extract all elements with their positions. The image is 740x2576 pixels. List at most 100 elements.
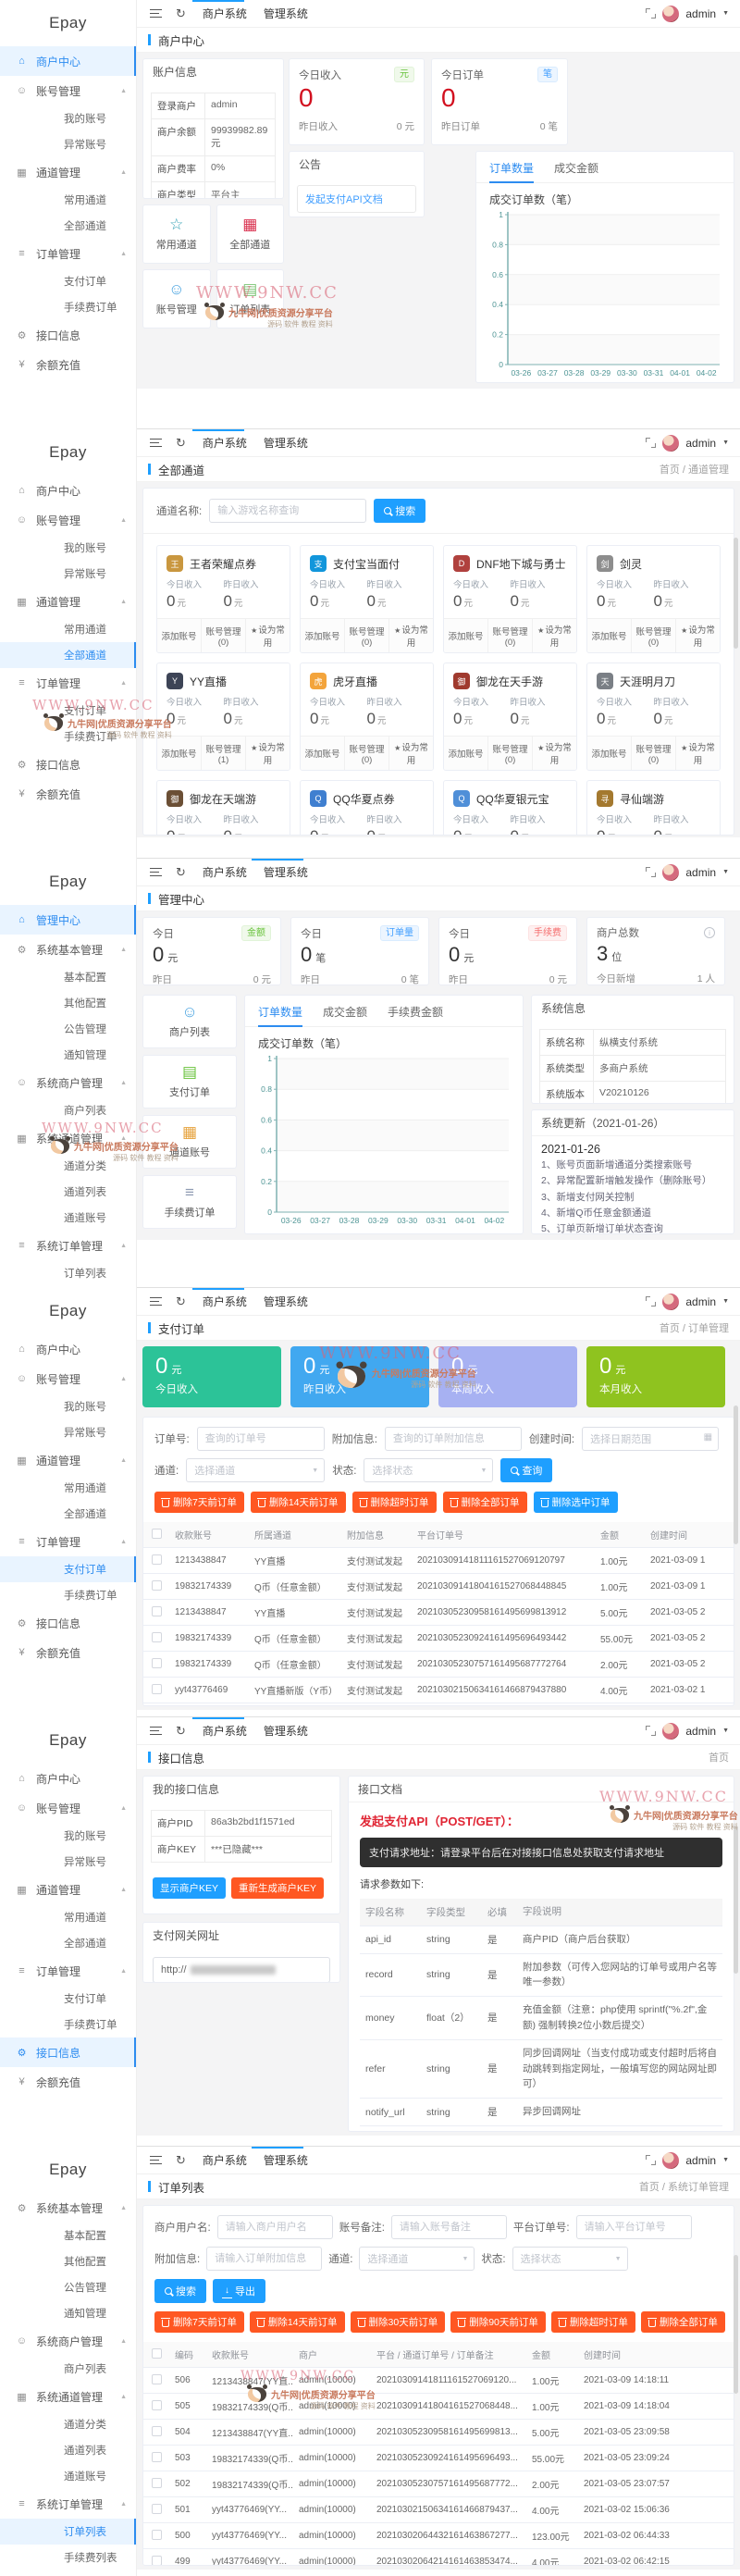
avatar[interactable] <box>662 2152 679 2169</box>
gateway-url-field[interactable]: http:// <box>153 1957 330 1983</box>
sidebar-item[interactable]: 手续费订单 ▲ <box>0 294 136 320</box>
sidebar-item[interactable]: 手续费订单 ▲ <box>0 1582 136 1608</box>
sidebar-item[interactable]: ⚙ 接口信息 ▲ <box>0 320 136 350</box>
select-all-checkbox[interactable] <box>152 2348 162 2359</box>
account-manage-button[interactable]: 账号管理(0) <box>345 619 389 652</box>
chart-tab[interactable]: 订单数量 <box>489 160 534 182</box>
avatar[interactable] <box>662 864 679 881</box>
row-checkbox[interactable] <box>152 1684 162 1694</box>
scrollbar-thumb[interactable] <box>734 538 738 649</box>
sidebar-item[interactable]: 异常账号 ▲ <box>0 561 136 587</box>
show-key-button[interactable]: 显示商户KEY <box>153 1877 226 1899</box>
status-select[interactable]: 选择状态 <box>512 2247 628 2271</box>
account-manage-button[interactable]: 账号管理(0) <box>632 737 676 770</box>
sidebar-item[interactable]: ≡ 系统订单管理 ▲ <box>0 2489 136 2519</box>
tab-admin-system[interactable]: 管理系统 <box>264 435 308 451</box>
sidebar-item[interactable]: 支付订单 ▲ <box>0 268 136 294</box>
sidebar-item[interactable]: ¥ 余额充值 ▲ <box>0 1638 136 1667</box>
shortcut-card[interactable]: ☺ 商户列表 <box>142 995 237 1048</box>
sidebar-item[interactable]: 常用通道 ▲ <box>0 1475 136 1501</box>
username[interactable]: admin <box>685 866 716 879</box>
refresh-icon[interactable]: ↻ <box>176 1725 186 1737</box>
sidebar-item[interactable]: 我的账号 ▲ <box>0 1393 136 1419</box>
refresh-icon[interactable]: ↻ <box>176 2154 186 2166</box>
sidebar-item[interactable]: 通道分类 ▲ <box>0 1153 136 1179</box>
add-account-button[interactable]: 添加账号 <box>157 737 202 770</box>
sidebar-item[interactable]: 全部通道 ▲ <box>0 1501 136 1527</box>
breadcrumb[interactable]: 首页 / 系统订单管理 <box>639 2179 729 2194</box>
sidebar-item[interactable]: 通道列表 ▲ <box>0 2437 136 2463</box>
menu-toggle-icon[interactable] <box>150 2156 162 2164</box>
sidebar-item[interactable]: 支付订单 ▲ <box>0 1986 136 2012</box>
fullscreen-icon[interactable] <box>646 8 656 19</box>
scrollbar-thumb[interactable] <box>734 2255 738 2394</box>
sidebar-item[interactable]: 通道分类 ▲ <box>0 2411 136 2437</box>
sidebar-item[interactable]: ⌂ 管理中心 ▲ <box>0 905 136 935</box>
fullscreen-icon[interactable] <box>646 1726 656 1736</box>
username[interactable]: admin <box>685 1295 716 1308</box>
status-select[interactable]: 选择状态 <box>364 1458 493 1482</box>
row-checkbox[interactable] <box>152 2504 162 2514</box>
sidebar-item[interactable]: ⚙ 接口信息 ▲ <box>0 2037 136 2067</box>
set-favorite-button[interactable]: 设为常用 <box>676 737 720 770</box>
sidebar-item[interactable]: ¥ 余额充值 ▲ <box>0 350 136 379</box>
username[interactable]: admin <box>685 1725 716 1738</box>
delete-orders-button[interactable]: 删除全部订单 <box>641 2311 725 2333</box>
tab-merchant-system[interactable]: 商户系统 <box>203 864 247 880</box>
delete-orders-button[interactable]: 删除超时订单 <box>551 2311 635 2333</box>
sidebar-item[interactable]: ☺ 账号管理 ▲ <box>0 1364 136 1393</box>
regenerate-key-button[interactable]: 重新生成商户KEY <box>231 1877 324 1899</box>
sidebar-item[interactable]: ≡ 订单管理 ▲ <box>0 1956 136 1986</box>
add-account-button[interactable]: 添加账号 <box>301 619 345 652</box>
account-manage-button[interactable]: 账号管理(0) <box>488 619 533 652</box>
sidebar-item[interactable]: 全部通道 ▲ <box>0 642 136 668</box>
tab-merchant-system[interactable]: 商户系统 <box>203 6 247 21</box>
sidebar-item[interactable]: 全部通道 ▲ <box>0 213 136 239</box>
fullscreen-icon[interactable] <box>646 2155 656 2165</box>
row-checkbox[interactable] <box>152 1606 162 1616</box>
delete-orders-button[interactable]: 删除超时订单 <box>352 1492 437 1513</box>
sidebar-item[interactable]: 手续费订单 ▲ <box>0 2012 136 2037</box>
chart-tab[interactable]: 成交金额 <box>554 160 598 182</box>
extra-info-input[interactable] <box>385 1427 522 1451</box>
set-favorite-button[interactable]: 设为常用 <box>246 737 290 770</box>
add-account-button[interactable]: 添加账号 <box>587 619 632 652</box>
sidebar-item[interactable]: ≡ 订单管理 ▲ <box>0 668 136 698</box>
sidebar-item[interactable]: 常用通道 ▲ <box>0 616 136 642</box>
sidebar-item[interactable]: ▦ 系统通道管理 ▲ <box>0 1123 136 1153</box>
sidebar-item[interactable]: ¥ 余额充值 ▲ <box>0 779 136 809</box>
sidebar-item[interactable]: 手续费订单 ▲ <box>0 724 136 749</box>
chart-tab[interactable]: 手续费金额 <box>388 1004 443 1026</box>
delete-orders-button[interactable]: 删除14天前订单 <box>250 2311 345 2333</box>
row-checkbox[interactable] <box>152 2530 162 2540</box>
sidebar-item[interactable]: ☺ 账号管理 ▲ <box>0 1793 136 1823</box>
channel-select[interactable]: 选择通道 <box>186 1458 325 1482</box>
shortcut-card[interactable]: ≡ 手续费订单 <box>142 1175 237 1229</box>
account-manage-button[interactable]: 账号管理(0) <box>632 619 676 652</box>
delete-orders-button[interactable]: 删除90天前订单 <box>450 2311 546 2333</box>
sidebar-item[interactable]: 其他配置 ▲ <box>0 990 136 1016</box>
add-account-button[interactable]: 添加账号 <box>444 619 488 652</box>
sidebar-item[interactable]: 通知管理 ▲ <box>0 1042 136 1068</box>
search-button[interactable]: 搜索 <box>154 2279 206 2303</box>
row-checkbox[interactable] <box>152 2452 162 2462</box>
platform-order-no-input[interactable] <box>576 2215 692 2239</box>
search-button[interactable]: 搜索 <box>374 499 426 523</box>
sidebar-item[interactable]: ⌂ 商户中心 ▲ <box>0 1334 136 1364</box>
avatar[interactable] <box>662 435 679 452</box>
delete-orders-button[interactable]: 删除14天前订单 <box>251 1492 346 1513</box>
sidebar-item[interactable]: ≡ 系统订单管理 ▲ <box>0 1231 136 1260</box>
shortcut-card[interactable]: ▤ 支付订单 <box>142 1055 237 1108</box>
sidebar-item[interactable]: ☺ 系统商户管理 ▲ <box>0 1068 136 1097</box>
select-all-checkbox[interactable] <box>152 1529 162 1539</box>
add-account-button[interactable]: 添加账号 <box>157 619 202 652</box>
sidebar-item[interactable]: 订单列表 ▲ <box>0 1260 136 1286</box>
breadcrumb[interactable]: 首页 / 订单管理 <box>660 1320 729 1335</box>
sidebar-item[interactable]: ▦ 系统通道管理 ▲ <box>0 2382 136 2411</box>
sidebar-item[interactable]: ⌂ 商户中心 ▲ <box>0 476 136 505</box>
sidebar-item[interactable]: ▦ 通道管理 ▲ <box>0 587 136 616</box>
row-checkbox[interactable] <box>152 2478 162 2488</box>
add-account-button[interactable]: 添加账号 <box>587 737 632 770</box>
breadcrumb[interactable]: 首页 <box>709 1750 729 1765</box>
extra-info-input[interactable] <box>206 2247 322 2271</box>
